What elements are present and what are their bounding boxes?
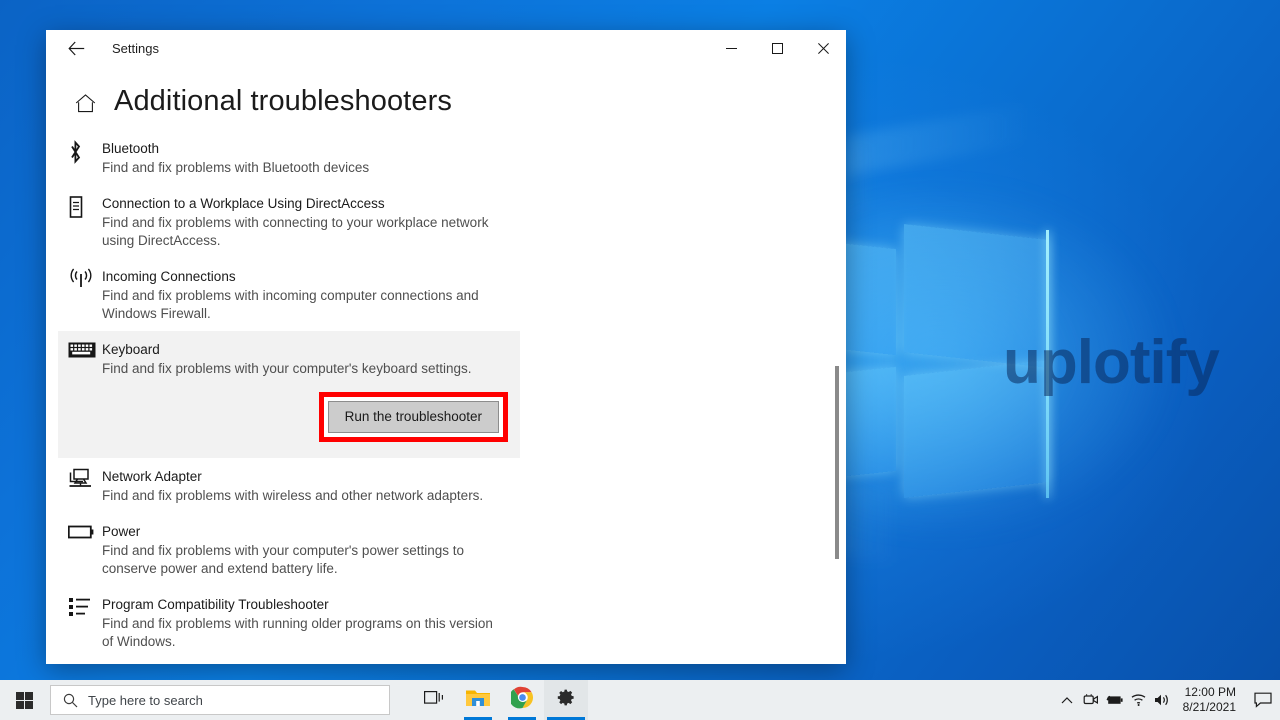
list-item-title: Bluetooth [102, 141, 160, 156]
list-item-description: Find and fix problems with wireless and … [102, 488, 484, 503]
list-item-title: Program Compatibility Troubleshooter [102, 597, 329, 612]
close-icon [817, 43, 829, 54]
file-explorer-icon [465, 687, 491, 714]
system-tray: 12:00 PM 8/21/2021 [1055, 680, 1280, 720]
incoming-connections-icon [68, 266, 102, 323]
run-the-troubleshooter-button[interactable]: Run the troubleshooter [327, 401, 499, 433]
settings-taskbar-button[interactable] [544, 680, 588, 720]
list-item-keyboard[interactable]: Keyboard Find and fix problems with your… [58, 331, 520, 458]
maximize-button[interactable] [754, 30, 800, 67]
keyboard-icon [68, 339, 102, 378]
power-battery-icon [68, 521, 102, 578]
settings-gear-icon [557, 688, 576, 712]
list-item-title: Power [102, 524, 141, 539]
clock[interactable]: 12:00 PM 8/21/2021 [1175, 680, 1246, 720]
uplotify-watermark: uplotify [1003, 328, 1220, 397]
list-item-directaccess[interactable]: Connection to a Workplace Using DirectAc… [58, 185, 542, 258]
volume-icon [1155, 694, 1168, 706]
hero-pane [838, 366, 896, 478]
search-placeholder: Type here to search [88, 692, 203, 708]
list-item-description: Find and fix problems with connecting to… [102, 215, 489, 248]
clock-time: 12:00 PM [1184, 685, 1236, 699]
hero-pane [838, 242, 896, 356]
file-explorer-button[interactable] [456, 680, 500, 720]
taskbar: Type here to search 12:00 PM 8/21/2021 [0, 680, 1280, 720]
list-item-network-adapter[interactable]: Network Adapter Find and fix problems wi… [58, 458, 542, 513]
window-controls [708, 30, 846, 67]
scrollbar-thumb[interactable] [835, 366, 839, 559]
list-item-description: Find and fix problems with incoming comp… [102, 288, 479, 321]
list-item-incoming-connections[interactable]: Incoming Connections Find and fix proble… [58, 258, 542, 331]
search-icon [63, 693, 78, 708]
battery-icon [1106, 695, 1123, 704]
list-item-title: Incoming Connections [102, 269, 236, 284]
minimize-button[interactable] [708, 30, 754, 67]
window-titlebar: Settings [46, 30, 846, 67]
list-item-description: Find and fix problems with your computer… [102, 543, 464, 576]
window-title: Settings [112, 41, 159, 56]
close-button[interactable] [800, 30, 846, 67]
list-item-title: Keyboard [102, 342, 160, 357]
chrome-button[interactable] [500, 680, 544, 720]
action-center-button[interactable] [1246, 680, 1280, 720]
task-view-icon [424, 689, 444, 711]
troubleshooter-list: Bluetooth Find and fix problems with Blu… [46, 130, 846, 664]
list-item-description: Find and fix problems with running older… [102, 616, 493, 649]
list-item-description: Find and fix problems with Bluetooth dev… [102, 160, 370, 175]
desktop: uplotify Settings Additional troubleshoo… [0, 0, 1280, 720]
workplace-card-icon [68, 193, 102, 250]
meet-now-button[interactable] [1079, 680, 1103, 720]
list-item-bluetooth[interactable]: Bluetooth Find and fix problems with Blu… [58, 130, 542, 185]
list-item-title: Network Adapter [102, 469, 202, 484]
volume-button[interactable] [1151, 680, 1175, 720]
network-button[interactable] [1127, 680, 1151, 720]
task-view-button[interactable] [412, 680, 456, 720]
highlight-box: Run the troubleshooter [318, 392, 508, 442]
list-item-power[interactable]: Power Find and fix problems with your co… [58, 513, 542, 586]
search-input[interactable]: Type here to search [50, 685, 390, 715]
list-item-title: Connection to a Workplace Using DirectAc… [102, 196, 385, 211]
wallpaper-light-ray [846, 104, 1026, 176]
start-button[interactable] [0, 680, 48, 720]
program-list-icon [68, 594, 102, 651]
vertical-scrollbar[interactable] [830, 170, 844, 664]
meet-now-icon [1083, 694, 1098, 705]
chrome-icon [508, 686, 534, 714]
action-center-icon [1254, 692, 1272, 708]
wifi-icon [1131, 694, 1146, 706]
list-item-program-compatibility[interactable]: Program Compatibility Troubleshooter Fin… [58, 586, 542, 659]
back-arrow-icon [67, 41, 84, 56]
list-item-description: Find and fix problems with your computer… [102, 361, 472, 376]
show-hidden-icons-button[interactable] [1055, 680, 1079, 720]
clock-date: 8/21/2021 [1182, 700, 1236, 714]
windows-start-icon [15, 691, 33, 709]
chevron-up-icon [1061, 696, 1073, 703]
maximize-icon [771, 43, 783, 54]
network-adapter-icon [68, 466, 102, 505]
settings-window: Settings Additional troubleshooters Blue… [46, 30, 846, 664]
page-title: Additional troubleshooters [114, 85, 452, 117]
page-header: Additional troubleshooters [46, 67, 846, 126]
bluetooth-icon [68, 138, 102, 177]
home-icon[interactable] [72, 91, 98, 117]
minimize-icon [725, 48, 737, 49]
back-button[interactable] [54, 33, 98, 65]
battery-button[interactable] [1103, 680, 1127, 720]
